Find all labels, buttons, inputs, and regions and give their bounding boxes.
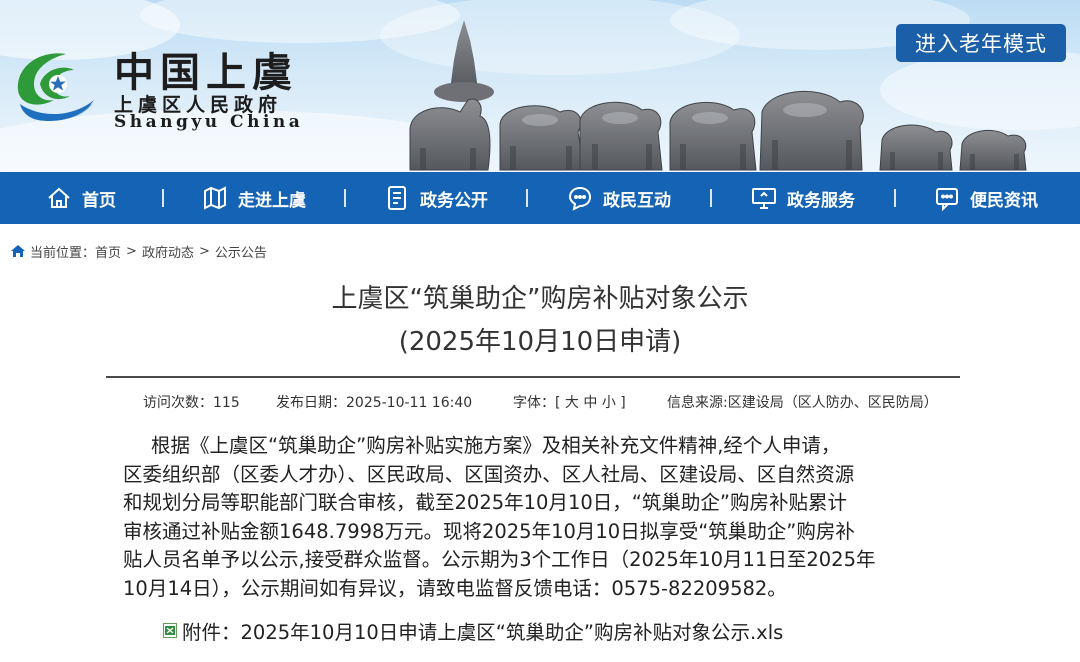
nav-item-home[interactable]: 首页 (0, 172, 162, 224)
publish-date-value: 2025-10-11 16:40 (346, 395, 473, 411)
body-line: 10月14日），公示期间如有异议，请致电监督反馈电话：0575-82209582… (123, 576, 787, 600)
breadcrumb-home[interactable]: 首页 (95, 242, 121, 261)
info-source: 信息来源:区建设局（区人防办、区民防局） (667, 395, 938, 411)
breadcrumb-prefix: 当前位置： (30, 245, 96, 261)
document-icon (388, 186, 406, 210)
attachment: 附件： 2025年10月10日申请上虞区“筑巢助企”购房补贴对象公示.xls (163, 616, 783, 645)
nav-divider (710, 189, 712, 207)
font-size-label: 字体：[ (513, 395, 561, 411)
font-size-close: ] (620, 395, 626, 411)
breadcrumb: 当前位置： 首页 > 政府动态 > 公示公告 (10, 242, 267, 261)
nav-item-label: 首页 (82, 190, 116, 211)
nav-divider (526, 189, 528, 207)
article-subtitle: (2025年10月10日申请) (398, 327, 682, 357)
nav-item-label: 政务公开 (420, 190, 488, 211)
breadcrumb-separator: > (198, 243, 210, 259)
nav-divider (344, 189, 346, 207)
logo-english: Shangyu China (114, 112, 304, 132)
nav-item-label: 政务服务 (787, 190, 855, 211)
breadcrumb-gov-news[interactable]: 政府动态 (142, 242, 194, 261)
government-logo-icon (17, 53, 94, 122)
article-title: 上虞区“筑巢助企”购房补贴对象公示 (331, 284, 749, 314)
nav-item-label: 走进上虞 (238, 190, 306, 211)
home-icon (48, 187, 70, 208)
map-icon (204, 186, 226, 210)
breadcrumb-notices[interactable]: 公示公告 (215, 242, 267, 261)
main-nav: 首页 走进上虞 政务公开 政民互动 政务服务 便民资讯 (0, 172, 1080, 224)
font-size-control: 字体：[ 大 中 小 ] (513, 392, 626, 412)
body-line: 贴人员名单予以公示,接受群众监督。公示期为3个工作日（2025年10月11日至2… (123, 548, 876, 571)
nav-divider (162, 189, 164, 207)
attachment-file-link[interactable]: 2025年10月10日申请上虞区“筑巢助企”购房补贴对象公示.xls (241, 616, 784, 645)
body-line: 区委组织部（区委人才办）、区民政局、区国资办、区人社局、区建设局、区自然资源 (123, 462, 855, 486)
font-size-small-button[interactable]: 小 (602, 395, 616, 411)
message-icon (936, 188, 958, 211)
visit-count-value: 115 (213, 395, 240, 411)
font-size-medium-button[interactable]: 中 (583, 395, 597, 411)
title-divider (106, 376, 960, 378)
nav-item-services[interactable]: 政务服务 (712, 172, 894, 224)
nav-item-gov-info[interactable]: 政务公开 (346, 172, 526, 224)
nav-item-label: 便民资讯 (970, 190, 1038, 211)
header-banner: 中国上虞 上虞区人民政府 Shangyu China 进入老年模式 (0, 0, 1080, 172)
nav-item-label: 政民互动 (603, 190, 671, 211)
visit-count: 访问次数：115 (143, 392, 240, 412)
elder-mode-button[interactable]: 进入老年模式 (896, 24, 1066, 62)
font-size-large-button[interactable]: 大 (565, 395, 579, 411)
body-line: 和规划分局等职能部门联合审核，截至2025年10月10日，“筑巢助企”购房补贴累… (123, 491, 847, 514)
visit-count-label: 访问次数： (143, 395, 213, 411)
excel-file-icon (163, 623, 177, 638)
body-line: 审核通过补贴金额1648.7998万元。现将2025年10月10日拟享受“筑巢助… (123, 519, 855, 543)
attachment-label: 附件： (182, 621, 241, 644)
nav-item-news[interactable]: 便民资讯 (896, 172, 1076, 224)
nav-item-about[interactable]: 走进上虞 (164, 172, 344, 224)
chat-icon (568, 186, 592, 211)
publish-date-label: 发布日期： (276, 395, 346, 411)
body-line: 根据《上虞区“筑巢助企”购房补贴实施方案》及相关补充文件精神,经个人申请， (151, 434, 841, 457)
home-icon (11, 245, 25, 257)
publish-date: 发布日期：2025-10-11 16:40 (276, 392, 472, 412)
nav-item-interaction[interactable]: 政民互动 (528, 172, 710, 224)
breadcrumb-separator: > (126, 243, 137, 259)
article-body: 根据《上虞区“筑巢助企”购房补贴实施方案》及相关补充文件精神,经个人申请， 区委… (123, 432, 953, 603)
monitor-icon (752, 188, 776, 209)
nav-divider (894, 189, 896, 207)
